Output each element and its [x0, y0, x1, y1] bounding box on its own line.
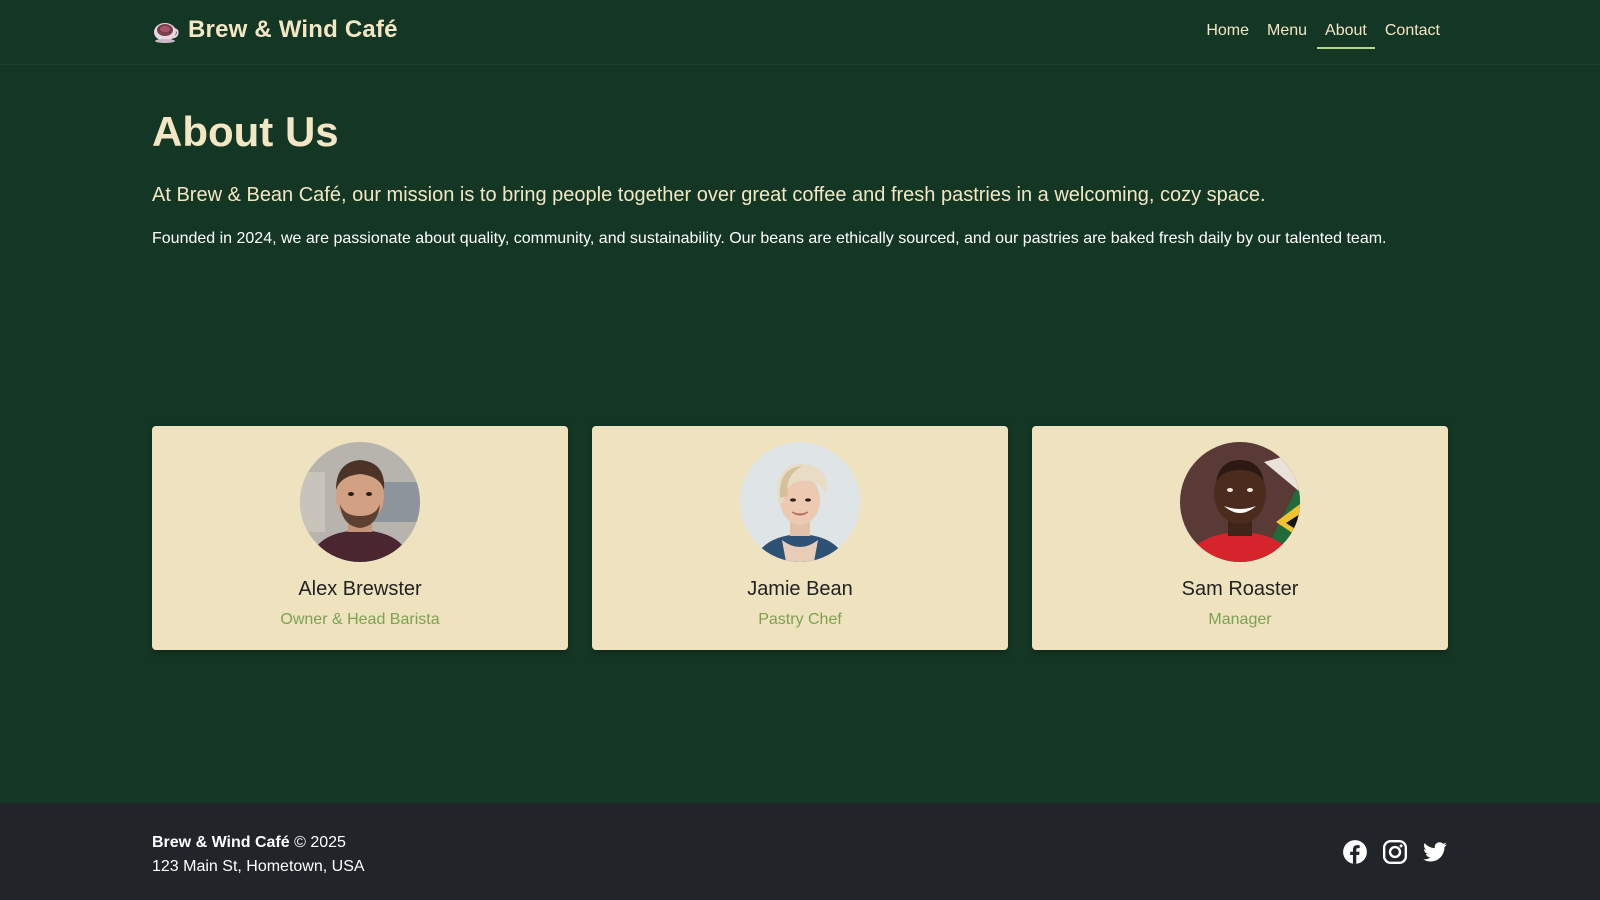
- member-name: Jamie Bean: [747, 578, 853, 600]
- footer-info: Brew & Wind Café © 2025 123 Main St, Hom…: [152, 831, 365, 879]
- facebook-icon[interactable]: [1342, 839, 1368, 865]
- about-description: Founded in 2024, we are passionate about…: [152, 230, 1387, 247]
- brand-link[interactable]: Brew & Wind Café: [152, 16, 398, 44]
- footer-copyright: © 2025: [294, 834, 346, 851]
- navbar: Brew & Wind Café Home Menu About Contact: [0, 0, 1600, 65]
- footer-brand: Brew & Wind Café: [152, 834, 290, 851]
- portrait-photo: [1180, 442, 1300, 562]
- team-card: Alex Brewster Owner & Head Barista: [152, 426, 568, 650]
- team-section: Alex Brewster Owner & Head Barista Jamie…: [152, 426, 1448, 650]
- team-card: Sam Roaster Manager: [1032, 426, 1448, 650]
- member-role: Owner & Head Barista: [280, 611, 440, 628]
- member-role: Pastry Chef: [758, 611, 842, 628]
- instagram-icon[interactable]: [1382, 839, 1408, 865]
- avatar: [740, 442, 860, 562]
- member-role: Manager: [1208, 611, 1272, 628]
- main-nav: Home Menu About Contact: [1198, 18, 1448, 49]
- member-name: Sam Roaster: [1181, 578, 1299, 600]
- footer: Brew & Wind Café © 2025 123 Main St, Hom…: [0, 803, 1600, 900]
- brand-name: Brew & Wind Café: [188, 16, 398, 43]
- avatar: [1180, 442, 1300, 562]
- twitter-icon[interactable]: [1422, 839, 1448, 865]
- mission-lead: At Brew & Bean Café, our mission is to b…: [152, 184, 1266, 206]
- coffee-cup-icon: [154, 23, 179, 43]
- member-name: Alex Brewster: [298, 578, 422, 600]
- portrait-photo: [740, 442, 860, 562]
- nav-contact[interactable]: Contact: [1377, 18, 1448, 49]
- team-card: Jamie Bean Pastry Chef: [592, 426, 1008, 650]
- nav-home[interactable]: Home: [1198, 18, 1257, 49]
- page-title: About Us: [152, 108, 339, 155]
- social-links: [1342, 839, 1448, 865]
- nav-menu[interactable]: Menu: [1259, 18, 1315, 49]
- avatar: [300, 442, 420, 562]
- footer-address: 123 Main St, Hometown, USA: [152, 858, 365, 875]
- portrait-photo: [300, 442, 420, 562]
- nav-about[interactable]: About: [1317, 18, 1375, 49]
